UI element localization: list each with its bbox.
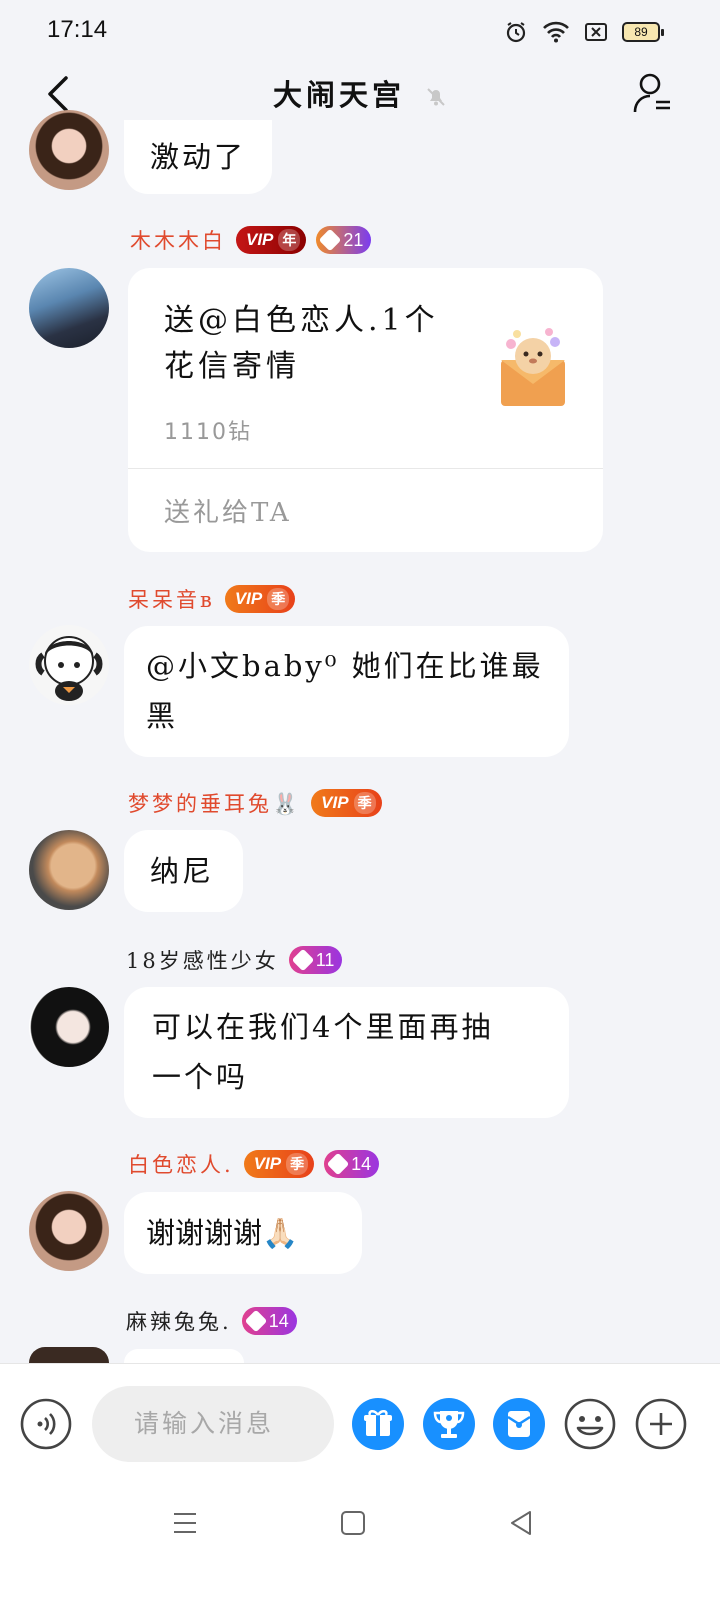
- sender-name-text: 木木木白: [130, 229, 226, 253]
- gift-line-1: 送@白色恋人.1个: [164, 303, 439, 338]
- sender-name[interactable]: 18岁感性少女 11: [126, 945, 343, 975]
- chat-header: 大闹天宫: [0, 64, 720, 134]
- level-badge: 11: [288, 946, 343, 974]
- gift-line-2: 花信寄情: [164, 349, 300, 384]
- group-members-icon[interactable]: [632, 72, 674, 114]
- add-more-icon[interactable]: [635, 1398, 687, 1450]
- message-line-1: 可以在我们4个里面再抽: [152, 1010, 494, 1044]
- vip-badge: VIP 季: [243, 1150, 315, 1178]
- avatar[interactable]: [29, 1347, 109, 1363]
- status-time: 17:14: [47, 16, 108, 43]
- red-packet-icon[interactable]: [493, 1398, 545, 1450]
- gift-price: 1110钻: [164, 420, 252, 445]
- send-gift-button[interactable]: 送礼给TA: [164, 492, 292, 529]
- gift-envelope-image: [501, 328, 565, 406]
- system-nav-bar: [0, 1502, 720, 1562]
- message-text: 谢谢谢谢🙏🏻: [146, 1216, 299, 1250]
- message-text: 激动了: [150, 140, 247, 174]
- battery-indicator: 89: [622, 22, 664, 42]
- avatar[interactable]: [29, 987, 109, 1067]
- back-nav-icon[interactable]: [508, 1510, 534, 1536]
- message-bubble[interactable]: [124, 1349, 244, 1363]
- vip-badge: VIP 季: [224, 585, 296, 613]
- vip-badge: VIP 季: [311, 789, 382, 817]
- level-badge: 21: [316, 226, 372, 254]
- message-bubble[interactable]: 激动了: [124, 120, 273, 194]
- wifi-icon: [543, 21, 569, 43]
- menu-nav-icon[interactable]: [172, 1510, 198, 1536]
- home-nav-icon[interactable]: [340, 1510, 366, 1536]
- status-bar: 17:14 89: [0, 0, 720, 64]
- message-bubble[interactable]: 可以在我们4个里面再抽 一个吗: [124, 987, 569, 1118]
- voice-input-icon[interactable]: [20, 1398, 72, 1450]
- message-line-2: 黑: [146, 699, 179, 733]
- sender-name[interactable]: 呆呆音ʙ VIP 季: [128, 584, 296, 614]
- gift-card[interactable]: 送@白色恋人.1个 花信寄情 1110钻 送礼给TA: [128, 268, 603, 552]
- vip-badge: VIP 年: [236, 226, 307, 254]
- level-badge: 14: [324, 1150, 380, 1178]
- level-badge: 14: [241, 1307, 297, 1335]
- sender-name[interactable]: 白色恋人. VIP 季 14: [128, 1149, 380, 1179]
- composer-bar: 请输入消息: [0, 1363, 720, 1600]
- chat-title-text: 大闹天宫: [272, 78, 405, 112]
- trophy-icon[interactable]: [423, 1398, 475, 1450]
- sender-name[interactable]: 木木木白 VIP 年 21: [130, 225, 372, 255]
- sender-name-text: 白色恋人.: [128, 1153, 234, 1177]
- message-line-2: 一个吗: [152, 1060, 249, 1094]
- sender-name-text: 梦梦的垂耳兔🐰: [128, 792, 302, 816]
- chat-title: 大闹天宫: [0, 72, 720, 114]
- sender-name-text: 呆呆音ʙ: [128, 588, 215, 612]
- emoji-icon[interactable]: [564, 1398, 616, 1450]
- sender-name-text: 18岁感性少女: [126, 949, 279, 973]
- message-bubble[interactable]: @小文baby⁰ 她们在比谁最 黑: [124, 626, 569, 757]
- message-line-1: @小文baby⁰ 她们在比谁最: [146, 649, 544, 683]
- avatar[interactable]: [29, 830, 109, 910]
- avatar[interactable]: [29, 625, 109, 705]
- sender-name[interactable]: 麻辣兔兔. 14: [126, 1306, 297, 1336]
- avatar[interactable]: [29, 1191, 109, 1271]
- muted-bell-icon: [427, 88, 445, 106]
- avatar[interactable]: [29, 110, 109, 190]
- avatar[interactable]: [29, 268, 109, 348]
- alarm-icon: [506, 22, 526, 43]
- message-bubble[interactable]: 谢谢谢谢🙏🏻: [124, 1192, 362, 1274]
- sender-name-text: 麻辣兔兔.: [126, 1310, 232, 1334]
- message-text: 纳尼: [150, 854, 215, 888]
- no-sim-icon: [585, 23, 607, 41]
- sender-name[interactable]: 梦梦的垂耳兔🐰 VIP 季: [128, 788, 382, 818]
- message-input[interactable]: 请输入消息: [92, 1386, 334, 1462]
- gift-icon[interactable]: [352, 1398, 404, 1450]
- message-bubble[interactable]: 纳尼: [124, 830, 243, 912]
